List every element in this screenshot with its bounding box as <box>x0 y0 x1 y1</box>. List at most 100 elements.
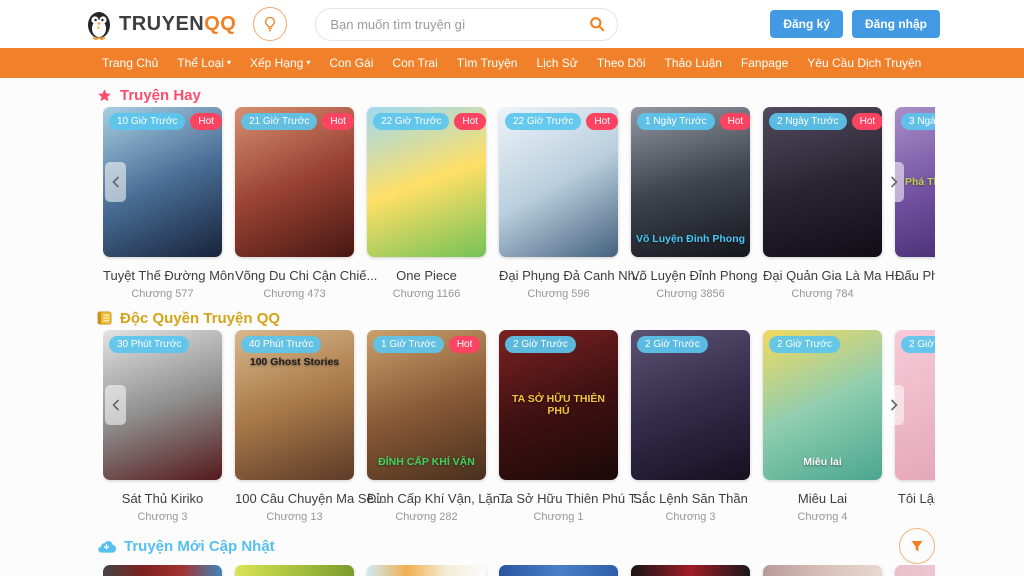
comic-cover[interactable]: 40 Phút Trước 100 Ghost Stories <box>235 330 354 480</box>
comic-title[interactable]: Đại Phụng Đả Canh Nh... <box>499 268 618 283</box>
comic-card[interactable] <box>763 565 882 576</box>
comic-cover[interactable]: 2 Giờ Trước Miêu lai <box>763 330 882 480</box>
carousel-doc-quyen: 30 Phút Trước Sát Thủ Kiriko Chương 3 40… <box>103 330 935 523</box>
comic-chapter[interactable]: Chương 3856 <box>631 288 750 300</box>
comic-title[interactable]: Tôi Lập Ra Tà Giáo <box>895 491 935 506</box>
comic-chapter[interactable]: Chương 473 <box>235 288 354 300</box>
nav-item[interactable]: Xếp Hạng ▾ <box>245 56 315 70</box>
comic-chapter[interactable]: Chương 1166 <box>367 288 486 300</box>
hot-badge: Hot <box>852 113 882 130</box>
comic-card[interactable]: 2 Ngày Trước Hot Đại Quản Gia Là Ma H...… <box>763 107 882 300</box>
comic-card[interactable]: 40 Phút Trước 100 Ghost Stories 100 Câu … <box>235 330 354 523</box>
comic-card[interactable]: 22 Giờ Trước Hot One Piece Chương 1166 <box>367 107 486 300</box>
comic-chapter[interactable]: Chương 3 <box>103 511 222 523</box>
comic-title[interactable]: Sắc Lệnh Săn Thần <box>631 491 750 506</box>
nav-item[interactable]: Con Trai <box>387 56 442 70</box>
comic-title[interactable]: One Piece <box>367 268 486 283</box>
nav-item[interactable]: Trang Chủ <box>97 56 163 70</box>
hot-badge: Hot <box>720 113 750 130</box>
login-button[interactable]: Đăng nhập <box>852 10 940 38</box>
comic-card[interactable] <box>895 565 935 576</box>
nav-item[interactable]: Thảo Luận <box>660 56 727 70</box>
comic-title[interactable]: Đỉnh Cấp Khí Vận, Lặn... <box>367 491 486 506</box>
comic-card[interactable]: 1 Giờ Trước Hot ĐỈNH CẤP KHÍ VẬN Đỉnh Cấ… <box>367 330 486 523</box>
comic-cover[interactable]: 1 Ngày Trước Hot Võ Luyện Đỉnh Phong <box>631 107 750 257</box>
comic-title[interactable]: Võ Luyện Đỉnh Phong <box>631 268 750 283</box>
comic-chapter[interactable]: Chương 1 <box>499 511 618 523</box>
search-input[interactable] <box>330 17 589 32</box>
comic-cover[interactable] <box>763 565 882 576</box>
comic-title[interactable]: 100 Câu Chuyện Ma Sẽ... <box>235 491 354 506</box>
carousel-prev-button[interactable] <box>105 162 126 202</box>
comic-chapter[interactable]: Chương 282 <box>367 511 486 523</box>
comic-title[interactable]: Sát Thủ Kiriko <box>103 491 222 506</box>
comic-cover[interactable]: 1 Giờ Trước Hot ĐỈNH CẤP KHÍ VẬN <box>367 330 486 480</box>
nav-item[interactable]: Yêu Cầu Dịch Truyện <box>802 56 926 70</box>
comic-cover[interactable]: 22 Giờ Trước Hot <box>499 107 618 257</box>
comic-chapter[interactable]: Chương 577 <box>103 288 222 300</box>
time-badge: 3 Ngày Trước <box>901 113 935 130</box>
carousel-next-button[interactable] <box>883 162 904 202</box>
comic-title[interactable]: Tuyệt Thế Đường Môn <box>103 268 222 283</box>
comic-chapter[interactable]: Chương 13 <box>235 511 354 523</box>
auth-buttons: Đăng ký Đăng nhập <box>770 10 940 38</box>
comic-cover[interactable] <box>367 565 486 576</box>
caret-down-icon: ▾ <box>306 59 310 67</box>
nav-item[interactable]: Lịch Sử <box>531 56 582 70</box>
comic-cover[interactable]: 22 Giờ Trước Hot <box>367 107 486 257</box>
time-badge: 2 Giờ Trước <box>637 336 708 353</box>
comic-card[interactable]: 30 Phút Trước Sát Thủ Kiriko Chương 3 <box>103 330 222 523</box>
comic-cover[interactable]: 2 Giờ Trước TA SỞ HỮU THIÊN PHÚ <box>499 330 618 480</box>
search-icon[interactable] <box>589 16 605 32</box>
comic-cover[interactable]: 2 Ngày Trước Hot <box>763 107 882 257</box>
comic-card[interactable]: 1 Ngày Trước Hot Võ Luyện Đỉnh Phong Võ … <box>631 107 750 300</box>
book-icon <box>97 311 112 325</box>
comic-chapter[interactable]: Chương 596 <box>499 288 618 300</box>
comic-card[interactable] <box>631 565 750 576</box>
section-title: Truyện Mới Cập Nhật <box>124 538 275 555</box>
chevron-left-icon <box>112 399 120 411</box>
nav-item[interactable]: Thể Loại ▾ <box>172 56 236 70</box>
comic-chapter[interactable]: Chương 784 <box>763 288 882 300</box>
comic-title[interactable]: Miêu Lai <box>763 491 882 506</box>
comic-cover[interactable] <box>235 565 354 576</box>
theme-toggle-button[interactable] <box>253 7 287 41</box>
comic-chapter[interactable]: Chương 3 <box>631 511 750 523</box>
register-button[interactable]: Đăng ký <box>770 10 843 38</box>
comic-card[interactable] <box>499 565 618 576</box>
comic-cover[interactable]: 21 Giờ Trước Hot <box>235 107 354 257</box>
comic-card[interactable]: 2 Giờ Trước Miêu lai Miêu Lai Chương 4 <box>763 330 882 523</box>
comic-cover[interactable] <box>631 565 750 576</box>
comic-card[interactable]: 2 Giờ Trước Tôi Lập Ra Tà Giáo <box>895 330 935 523</box>
comic-title[interactable]: Đấu Phá Thương Khung <box>895 268 935 283</box>
comic-card[interactable]: 21 Giờ Trước Hot Võng Du Chi Cận Chiế...… <box>235 107 354 300</box>
site-logo[interactable]: TRUYENQQ <box>85 8 236 40</box>
comic-cover[interactable] <box>499 565 618 576</box>
comic-cover[interactable]: 2 Giờ Trước <box>631 330 750 480</box>
time-badge: 22 Giờ Trước <box>373 113 449 130</box>
nav-item[interactable]: Con Gái <box>324 56 378 70</box>
comic-card[interactable] <box>367 565 486 576</box>
filter-button[interactable] <box>899 528 935 564</box>
carousel-prev-button[interactable] <box>105 385 126 425</box>
comic-card[interactable]: 2 Giờ Trước Sắc Lệnh Săn Thần Chương 3 <box>631 330 750 523</box>
comic-title[interactable]: Ta Sở Hữu Thiên Phú T... <box>499 491 618 506</box>
time-badge: 10 Giờ Trước <box>109 113 185 130</box>
comic-card[interactable]: 10 Giờ Trước Hot Tuyệt Thế Đường Môn Chư… <box>103 107 222 300</box>
comic-card[interactable]: 3 Ngày Trước Phá Thương Khung Đấu Phá Th… <box>895 107 935 300</box>
comic-card[interactable] <box>103 565 222 576</box>
section-title: Truyện Hay <box>120 87 201 104</box>
nav-item[interactable]: Theo Dõi <box>592 56 651 70</box>
comic-cover[interactable] <box>895 565 935 576</box>
comic-card[interactable] <box>235 565 354 576</box>
comic-chapter[interactable]: Chương 4 <box>763 511 882 523</box>
comic-cover[interactable] <box>103 565 222 576</box>
comic-card[interactable]: 22 Giờ Trước Hot Đại Phụng Đả Canh Nh...… <box>499 107 618 300</box>
lightbulb-icon <box>262 16 278 33</box>
comic-title[interactable]: Võng Du Chi Cận Chiế... <box>235 268 354 283</box>
comic-card[interactable]: 2 Giờ Trước TA SỞ HỮU THIÊN PHÚ Ta Sở Hữ… <box>499 330 618 523</box>
nav-item[interactable]: Fanpage <box>736 56 793 70</box>
nav-item[interactable]: Tìm Truyện <box>452 56 523 70</box>
comic-title[interactable]: Đại Quản Gia Là Ma H... <box>763 268 882 283</box>
carousel-next-button[interactable] <box>883 385 904 425</box>
